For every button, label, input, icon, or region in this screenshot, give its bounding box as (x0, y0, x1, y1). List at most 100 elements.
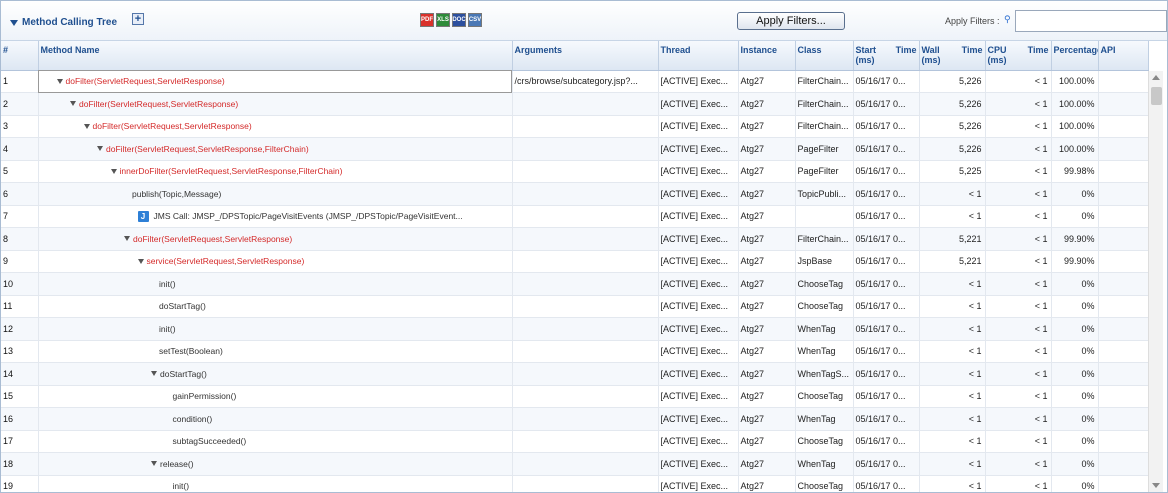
method-name-cell[interactable]: service(ServletRequest,ServletResponse) (38, 250, 513, 273)
expand-triangle-icon[interactable] (97, 146, 103, 152)
table-row[interactable]: 13 setTest(Boolean) [ACTIVE] Exec... Atg27 W… (1, 340, 1149, 363)
thread-cell: [ACTIVE] Exec... (658, 317, 739, 341)
table-row[interactable]: 10 init() [ACTIVE] Exec... Atg27 ChooseTag 05… (1, 272, 1149, 296)
cpu-time-cell: < 1 (985, 362, 1052, 386)
start-time-cell: 05/16/17 0... (853, 160, 920, 183)
api-cell (1098, 160, 1149, 183)
col-header-class[interactable]: Class (795, 41, 854, 71)
method-name-cell[interactable]: doFilter(ServletRequest,ServletResponse,… (38, 137, 513, 161)
method-name-cell[interactable]: init() (38, 475, 513, 492)
col-header-percentage[interactable]: Percentage (1051, 41, 1099, 71)
thread-cell: [ACTIVE] Exec... (658, 295, 739, 318)
method-name-cell[interactable]: subtagSucceeded() (38, 430, 513, 453)
col-header-index[interactable]: # (1, 41, 39, 71)
expand-triangle-icon[interactable] (124, 236, 130, 242)
col-header-start-time[interactable]: Start Time (ms) (853, 41, 920, 71)
api-cell (1098, 182, 1149, 206)
table-row[interactable]: 11 doStartTag() [ACTIVE] Exec... Atg27 Choos… (1, 295, 1149, 318)
api-cell (1098, 250, 1149, 273)
method-name-cell[interactable]: doFilter(ServletRequest,ServletResponse) (38, 227, 513, 251)
start-time-cell: 05/16/17 0... (853, 250, 920, 273)
method-name-cell[interactable]: doFilter(ServletRequest,ServletResponse) (38, 70, 513, 93)
method-name-cell[interactable]: doFilter(ServletRequest,ServletResponse) (38, 115, 513, 138)
method-name-cell[interactable]: init() (38, 272, 513, 296)
apply-filters-button[interactable]: Apply Filters... (737, 12, 845, 30)
scroll-thumb[interactable] (1151, 87, 1162, 105)
table-row[interactable]: 6 publish(Topic,Message) [ACTIVE] Exec... A… (1, 182, 1149, 206)
wall-time-cell: < 1 (919, 340, 986, 363)
scroll-up-icon[interactable] (1152, 75, 1160, 80)
expand-triangle-icon[interactable] (151, 461, 157, 467)
thread-cell: [ACTIVE] Exec... (658, 407, 739, 431)
filter-input[interactable] (1015, 10, 1167, 32)
expand-triangle-icon[interactable] (56, 78, 63, 84)
panel-title[interactable]: Method Calling Tree (10, 17, 117, 28)
excel-icon[interactable]: XLS (436, 13, 450, 27)
api-cell (1098, 407, 1149, 431)
expand-triangle-icon[interactable] (70, 101, 76, 107)
expand-all-button[interactable]: + (132, 13, 144, 25)
class-cell: ChooseTag (795, 475, 854, 492)
wall-time-cell: < 1 (919, 317, 986, 341)
method-calling-tree-panel: Method Calling Tree + PDF XLS DOC CSV Ap… (0, 0, 1168, 493)
table-row[interactable]: 19 init() [ACTIVE] Exec... Atg27 ChooseTag 05… (1, 475, 1149, 492)
col-header-wall-time[interactable]: Wall Time (ms) (919, 41, 986, 71)
table-row[interactable]: 3 doFilter(ServletRequest,ServletResponse… (1, 115, 1149, 138)
class-cell: WhenTag (795, 452, 854, 476)
col-header-api[interactable]: API (1098, 41, 1149, 71)
class-cell: PageFilter (795, 137, 854, 161)
table-row[interactable]: 9 service(ServletRequest,ServletResponse)… (1, 250, 1149, 273)
table-row[interactable]: 15 gainPermission() [ACTIVE] Exec... Atg27 C… (1, 385, 1149, 408)
class-cell: WhenTagS... (795, 362, 854, 386)
col-header-cpu-time[interactable]: CPU Time (ms) (985, 41, 1052, 71)
thread-cell: [ACTIVE] Exec... (658, 475, 739, 492)
method-name-cell[interactable]: doFilter(ServletRequest,ServletResponse) (38, 92, 513, 116)
arguments-cell (512, 407, 659, 431)
expand-triangle-icon[interactable] (110, 168, 117, 174)
class-cell: FilterChain... (795, 70, 854, 93)
table-row[interactable]: 1 doFilter(ServletRequest,ServletResponse… (1, 70, 1149, 93)
table-row[interactable]: 17 subtagSucceeded() [ACTIVE] Exec... Atg27… (1, 430, 1149, 453)
table-row[interactable]: 7 J JMS Call: JMSP_/DPSTopic/PageVisitEven… (1, 205, 1149, 228)
table-row[interactable]: 14 doStartTag() [ACTIVE] Exec... Atg27 WhenT… (1, 362, 1149, 386)
table-row[interactable]: 4 doFilter(ServletRequest,ServletResponse… (1, 137, 1149, 161)
arguments-cell (512, 430, 659, 453)
table-row[interactable]: 2 doFilter(ServletRequest,ServletResponse… (1, 92, 1149, 116)
col-header-instance[interactable]: Instance (738, 41, 796, 71)
table-row[interactable]: 12 init() [ACTIVE] Exec... Atg27 WhenTag 05/1… (1, 317, 1149, 341)
method-name-cell[interactable]: doStartTag() (38, 362, 513, 386)
table-row[interactable]: 18 release() [ACTIVE] Exec... Atg27 WhenTag 0… (1, 452, 1149, 476)
arguments-cell (512, 137, 659, 161)
expand-triangle-icon[interactable] (151, 371, 157, 377)
method-name-cell[interactable]: gainPermission() (38, 385, 513, 408)
csv-icon[interactable]: CSV (468, 13, 482, 27)
search-icon: ⚲ (1004, 14, 1011, 24)
method-name-cell[interactable]: publish(Topic,Message) (38, 182, 513, 206)
method-name-cell[interactable]: release() (38, 452, 513, 476)
col-header-thread[interactable]: Thread (658, 41, 739, 71)
wall-time-cell: < 1 (919, 407, 986, 431)
method-name-cell[interactable]: condition() (38, 407, 513, 431)
pdf-icon[interactable]: PDF (420, 13, 434, 27)
method-name-cell[interactable]: setTest(Boolean) (38, 340, 513, 363)
method-name-cell[interactable]: init() (38, 317, 513, 341)
arguments-cell (512, 452, 659, 476)
word-icon[interactable]: DOC (452, 13, 466, 27)
col-header-arguments[interactable]: Arguments (512, 41, 659, 71)
wall-time-cell: 5,226 (919, 92, 986, 116)
method-name-cell[interactable]: J JMS Call: JMSP_/DPSTopic/PageVisitEvent… (38, 205, 513, 228)
cpu-time-cell: < 1 (985, 385, 1052, 408)
collapse-triangle-icon[interactable] (10, 19, 18, 26)
expand-triangle-icon[interactable] (137, 258, 144, 264)
method-name-cell[interactable]: doStartTag() (38, 295, 513, 318)
method-name-cell[interactable]: innerDoFilter(ServletRequest,ServletResp… (38, 160, 513, 183)
vertical-scrollbar[interactable] (1148, 71, 1163, 492)
class-cell (795, 205, 854, 228)
col-header-method[interactable]: Method Name (38, 41, 513, 71)
table-row[interactable]: 16 condition() [ACTIVE] Exec... Atg27 WhenTa… (1, 407, 1149, 431)
table-row[interactable]: 8 doFilter(ServletRequest,ServletResponse… (1, 227, 1149, 251)
thread-cell: [ACTIVE] Exec... (658, 70, 739, 93)
table-row[interactable]: 5 innerDoFilter(ServletRequest,ServletRes… (1, 160, 1149, 183)
scroll-down-icon[interactable] (1152, 483, 1160, 488)
expand-triangle-icon[interactable] (83, 123, 90, 129)
